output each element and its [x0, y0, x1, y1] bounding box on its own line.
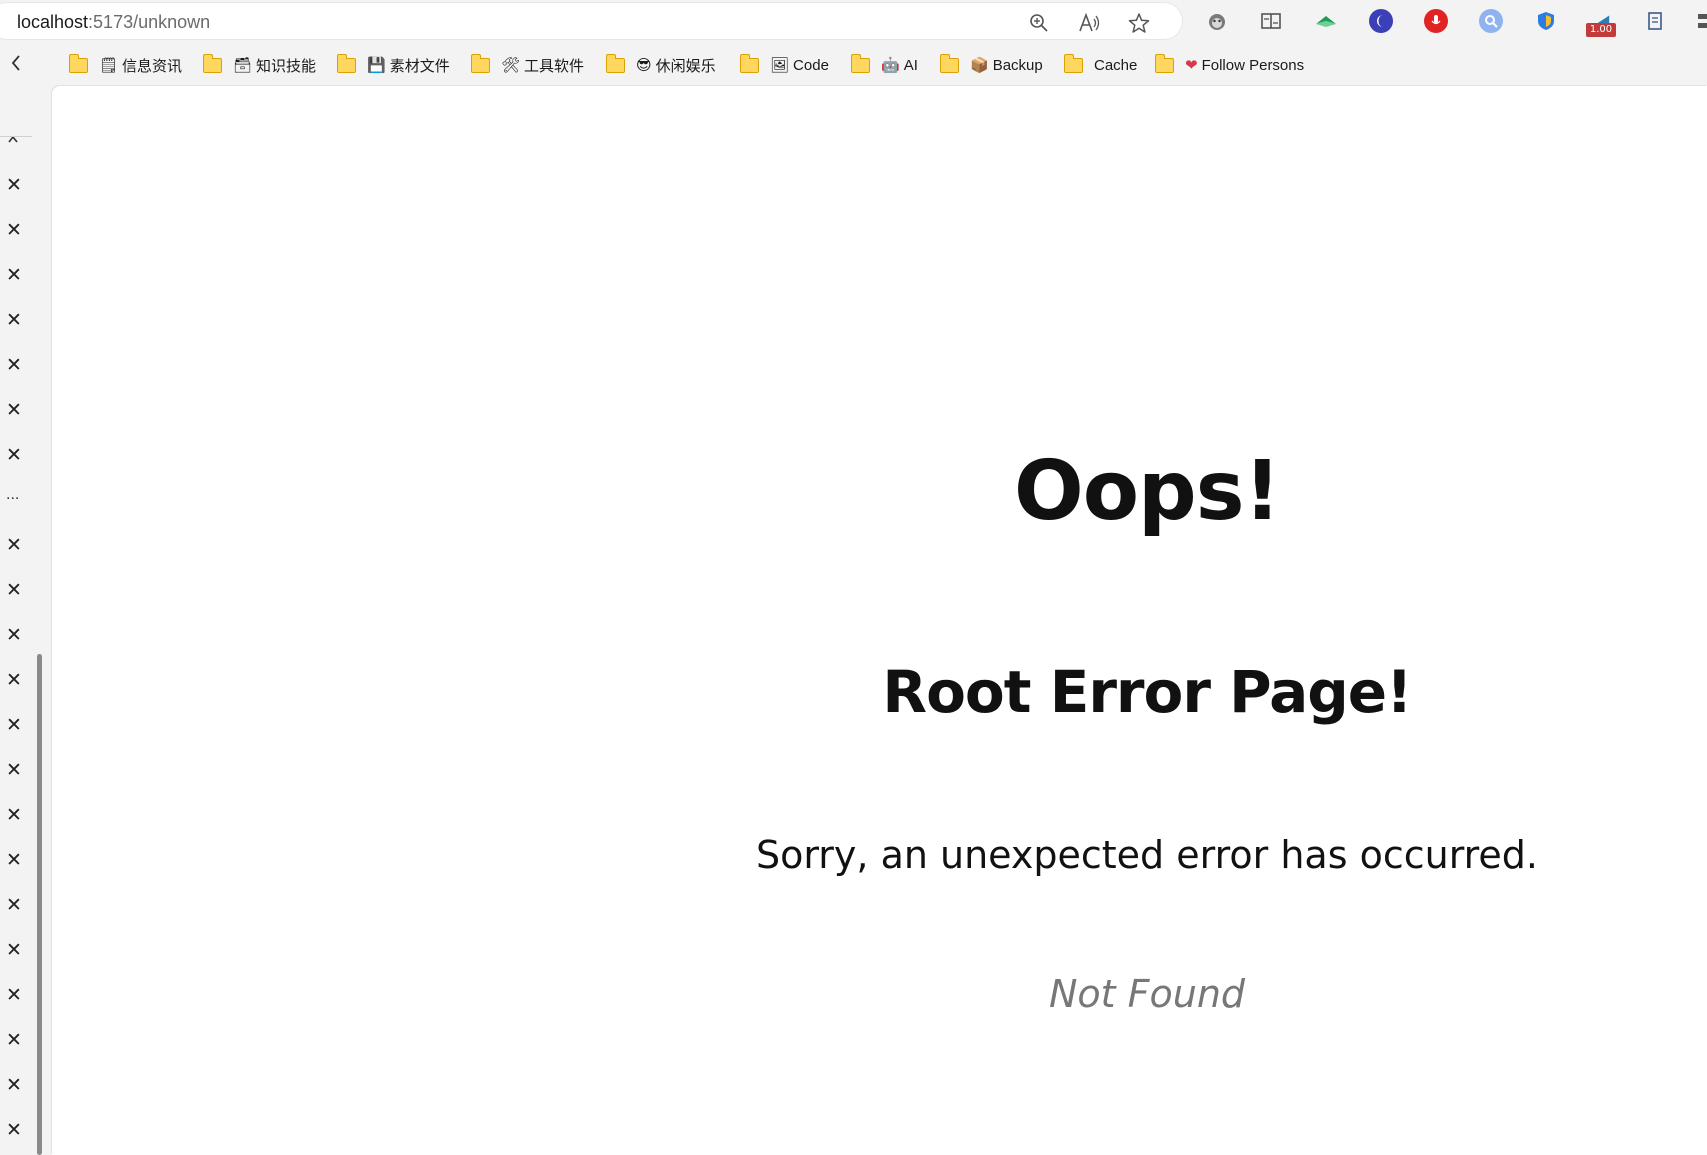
close-tab-icon[interactable]: ✕	[5, 355, 23, 376]
url-text[interactable]: localhost:5173/unknown	[17, 11, 210, 33]
close-tab-icon[interactable]: ✕	[5, 400, 23, 421]
close-tab-icon[interactable]: ✕	[5, 265, 23, 286]
close-tab-icon[interactable]: ✕	[5, 940, 23, 961]
folder-icon	[68, 53, 88, 73]
close-tab-icon[interactable]: ✕	[5, 985, 23, 1006]
bookmark-folder[interactable]: 🤖 AI	[850, 53, 918, 76]
bookmark-emoji: 🗒	[99, 56, 119, 74]
bookmarks-bar: 🗒 信息资讯 🗃 知识技能 💾 素材文件 🛠 工具软件 😎 休闲娱乐 🖼 Cod…	[0, 44, 1707, 86]
zoom-icon[interactable]	[1026, 10, 1052, 36]
red-record-extension-icon[interactable]	[1424, 9, 1448, 33]
close-tab-icon[interactable]: ✕	[5, 535, 23, 556]
shield-extension-icon[interactable]	[1534, 9, 1558, 33]
bookmark-folder[interactable]: 🛠 工具软件	[470, 53, 585, 76]
folder-icon	[1063, 53, 1083, 73]
close-tab-icon[interactable]: ✕	[5, 715, 23, 736]
bookmark-emoji: 🛠	[501, 56, 521, 74]
folder-icon	[470, 53, 490, 73]
bookmark-folder[interactable]: 💾 素材文件	[336, 53, 450, 76]
speed-badge: 1.00	[1586, 23, 1616, 37]
bookmark-folder[interactable]: 😎 休闲娱乐	[605, 53, 716, 76]
bookmark-label: Code	[793, 56, 829, 74]
bookmark-label: AI	[903, 56, 918, 74]
folder-icon	[939, 53, 959, 73]
bookmark-emoji: 🖼	[770, 56, 790, 74]
folder-icon	[605, 53, 625, 73]
reader-extension-icon[interactable]	[1259, 9, 1283, 33]
folder-icon	[202, 53, 222, 73]
bookmark-label: Cache	[1094, 56, 1138, 74]
chevron-up-icon[interactable]	[7, 130, 19, 148]
page-title: Oops!	[1014, 444, 1281, 539]
monkey-extension-icon[interactable]	[1205, 9, 1229, 33]
green-leaf-extension-icon[interactable]	[1314, 9, 1338, 33]
bookmark-label: 休闲娱乐	[655, 57, 716, 75]
blue-moon-extension-icon[interactable]	[1369, 9, 1393, 33]
bookmark-emoji: 💾	[367, 56, 386, 74]
page-content: Oops! Root Error Page! Sorry, an unexpec…	[52, 86, 1707, 1155]
overflow-extension-icon[interactable]	[1696, 9, 1707, 33]
bookmark-folder[interactable]: 🗒 信息资讯	[68, 53, 183, 76]
more-tabs-ellipsis[interactable]: ...	[6, 486, 19, 504]
scrollbar[interactable]	[37, 654, 42, 1155]
error-message: Sorry, an unexpected error has occurred.	[755, 833, 1539, 877]
close-tab-icon[interactable]: ✕	[5, 1075, 23, 1096]
read-aloud-icon[interactable]	[1076, 10, 1102, 36]
folder-icon	[1154, 53, 1174, 73]
close-tab-icon[interactable]: ✕	[5, 310, 23, 331]
bookmark-label: 知识技能	[256, 57, 317, 75]
close-tab-icon[interactable]: ✕	[5, 445, 23, 466]
bookmark-label: 信息资讯	[122, 57, 183, 75]
bookmark-folder[interactable]: 🖼 Code	[739, 53, 829, 76]
url-host: localhost	[17, 12, 89, 32]
close-tab-icon[interactable]: ✕	[5, 220, 23, 241]
folder-icon	[739, 53, 759, 73]
bookmark-emoji: 🗃	[233, 56, 253, 74]
url-path: :5173/unknown	[88, 12, 211, 32]
close-tab-icon[interactable]: ✕	[5, 850, 23, 871]
favorite-star-icon[interactable]	[1126, 10, 1152, 36]
bookmark-folder[interactable]: 📦 Backup	[939, 53, 1043, 76]
notes-extension-icon[interactable]	[1643, 9, 1667, 33]
close-tab-icon[interactable]: ✕	[5, 805, 23, 826]
vertical-tab-strip: ... ✕ ✕ ✕ ✕ ✕ ✕ ✕ ✕ ✕ ✕ ✕ ✕ ✕ ✕ ✕ ✕ ✕ ✕ ✕ ✕ ✕	[0, 86, 52, 1155]
address-toolbar: i localhost:5173/unknown	[0, 0, 1707, 44]
bookmark-label: Follow Persons	[1201, 56, 1305, 74]
close-tab-icon[interactable]: ✕	[5, 625, 23, 646]
divider	[0, 136, 32, 137]
page-subtitle: Root Error Page!	[882, 658, 1412, 726]
bookmark-emoji: 😎	[636, 56, 652, 74]
close-tab-icon[interactable]: ✕	[5, 1120, 23, 1141]
close-tab-icon[interactable]: ✕	[5, 760, 23, 781]
bookmark-folder[interactable]: 🗃 知识技能	[202, 53, 317, 76]
close-tab-icon[interactable]: ✕	[5, 670, 23, 691]
bookmark-label: Backup	[992, 56, 1043, 74]
chevron-left-icon[interactable]	[10, 54, 22, 78]
error-status-text: Not Found	[1048, 972, 1246, 1016]
bookmark-emoji: 🤖	[881, 56, 900, 74]
bookmark-label: 素材文件	[389, 57, 450, 75]
search-extension-icon[interactable]	[1479, 9, 1503, 33]
close-tab-icon[interactable]: ✕	[5, 580, 23, 601]
folder-icon	[336, 53, 356, 73]
browser-window: i localhost:5173/unknown	[0, 0, 1707, 1155]
close-tab-icon[interactable]: ✕	[5, 175, 23, 196]
folder-icon	[850, 53, 870, 73]
bookmark-folder[interactable]: ❤ Follow Persons	[1154, 53, 1305, 76]
bookmark-emoji: ❤	[1185, 56, 1198, 74]
close-tab-icon[interactable]: ✕	[5, 895, 23, 916]
address-bar[interactable]: i localhost:5173/unknown	[0, 2, 1183, 40]
bookmark-folder[interactable]: Cache	[1063, 53, 1138, 76]
bookmark-label: 工具软件	[524, 57, 585, 75]
bookmark-emoji: 📦	[970, 56, 989, 74]
close-tab-icon[interactable]: ✕	[5, 1030, 23, 1051]
